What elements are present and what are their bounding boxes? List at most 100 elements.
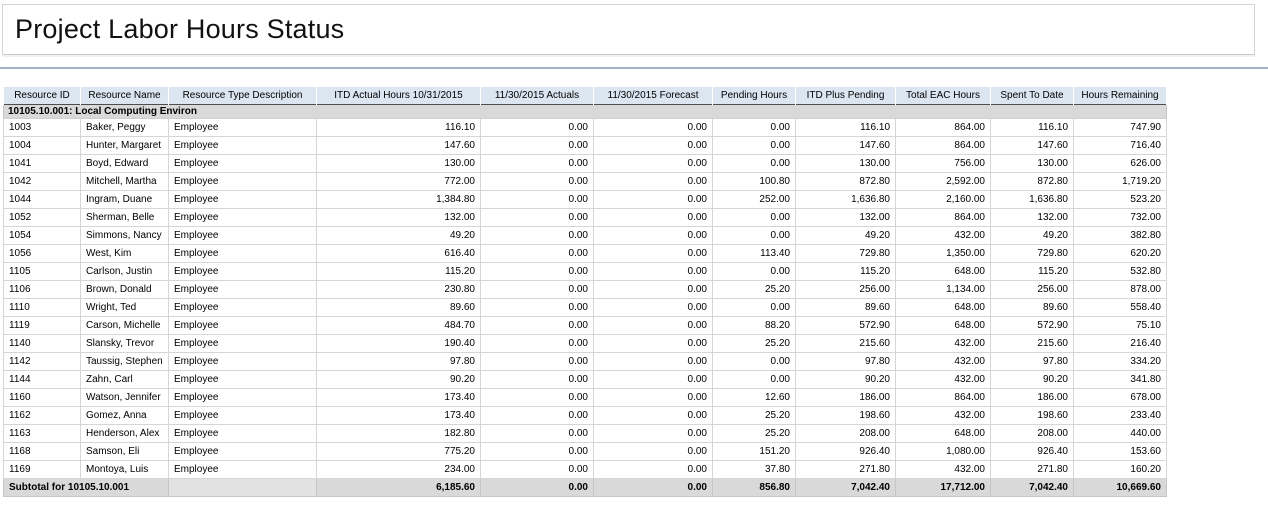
cell-hours-remaining: 341.80 — [1074, 371, 1167, 389]
subtotal-total-eac-hours: 17,712.00 — [896, 479, 991, 497]
cell-itd-actual-hours-10-31-2015: 116.10 — [317, 119, 481, 137]
cell-resource-name: Henderson, Alex — [81, 425, 169, 443]
subtotal-label: Subtotal for 10105.10.001 — [4, 479, 169, 497]
cell-11-30-2015-forecast: 0.00 — [594, 461, 713, 479]
table-row: 1142Taussig, StephenEmployee97.800.000.0… — [4, 353, 1167, 371]
cell-11-30-2015-actuals: 0.00 — [481, 299, 594, 317]
cell-pending-hours: 0.00 — [713, 371, 796, 389]
cell-resource-type-description: Employee — [169, 191, 317, 209]
cell-pending-hours: 0.00 — [713, 209, 796, 227]
cell-resource-type-description: Employee — [169, 173, 317, 191]
cell-hours-remaining: 620.20 — [1074, 245, 1167, 263]
cell-resource-id: 1052 — [4, 209, 81, 227]
cell-itd-actual-hours-10-31-2015: 1,384.80 — [317, 191, 481, 209]
cell-hours-remaining: 732.00 — [1074, 209, 1167, 227]
cell-itd-actual-hours-10-31-2015: 616.40 — [317, 245, 481, 263]
cell-pending-hours: 25.20 — [713, 425, 796, 443]
cell-hours-remaining: 216.40 — [1074, 335, 1167, 353]
cell-11-30-2015-actuals: 0.00 — [481, 317, 594, 335]
column-header: ITD Plus Pending — [796, 87, 896, 105]
cell-itd-plus-pending: 186.00 — [796, 389, 896, 407]
cell-pending-hours: 37.80 — [713, 461, 796, 479]
subtotal-11-30-2015-actuals: 0.00 — [481, 479, 594, 497]
cell-11-30-2015-actuals: 0.00 — [481, 461, 594, 479]
table-row: 1003Baker, PeggyEmployee116.100.000.000.… — [4, 119, 1167, 137]
cell-total-eac-hours: 648.00 — [896, 263, 991, 281]
cell-resource-name: Boyd, Edward — [81, 155, 169, 173]
cell-total-eac-hours: 864.00 — [896, 137, 991, 155]
cell-11-30-2015-actuals: 0.00 — [481, 443, 594, 461]
cell-11-30-2015-forecast: 0.00 — [594, 389, 713, 407]
cell-itd-plus-pending: 208.00 — [796, 425, 896, 443]
cell-resource-id: 1041 — [4, 155, 81, 173]
cell-11-30-2015-actuals: 0.00 — [481, 227, 594, 245]
cell-itd-plus-pending: 256.00 — [796, 281, 896, 299]
cell-total-eac-hours: 432.00 — [896, 371, 991, 389]
cell-itd-actual-hours-10-31-2015: 173.40 — [317, 407, 481, 425]
cell-resource-type-description: Employee — [169, 443, 317, 461]
cell-resource-name: Samson, Eli — [81, 443, 169, 461]
cell-itd-plus-pending: 97.80 — [796, 353, 896, 371]
cell-resource-id: 1162 — [4, 407, 81, 425]
cell-resource-name: Wright, Ted — [81, 299, 169, 317]
table-row: 1042Mitchell, MarthaEmployee772.000.000.… — [4, 173, 1167, 191]
cell-resource-type-description: Employee — [169, 389, 317, 407]
cell-itd-plus-pending: 132.00 — [796, 209, 896, 227]
cell-spent-to-date: 215.60 — [991, 335, 1074, 353]
cell-11-30-2015-forecast: 0.00 — [594, 137, 713, 155]
cell-11-30-2015-actuals: 0.00 — [481, 281, 594, 299]
cell-spent-to-date: 1,636.80 — [991, 191, 1074, 209]
cell-resource-type-description: Employee — [169, 155, 317, 173]
cell-resource-id: 1160 — [4, 389, 81, 407]
cell-itd-actual-hours-10-31-2015: 775.20 — [317, 443, 481, 461]
cell-resource-name: Hunter, Margaret — [81, 137, 169, 155]
cell-resource-id: 1144 — [4, 371, 81, 389]
cell-hours-remaining: 523.20 — [1074, 191, 1167, 209]
cell-resource-name: West, Kim — [81, 245, 169, 263]
cell-resource-name: Simmons, Nancy — [81, 227, 169, 245]
cell-hours-remaining: 334.20 — [1074, 353, 1167, 371]
cell-resource-type-description: Employee — [169, 263, 317, 281]
cell-pending-hours: 25.20 — [713, 335, 796, 353]
cell-11-30-2015-forecast: 0.00 — [594, 209, 713, 227]
cell-pending-hours: 12.60 — [713, 389, 796, 407]
cell-11-30-2015-forecast: 0.00 — [594, 443, 713, 461]
cell-11-30-2015-actuals: 0.00 — [481, 119, 594, 137]
cell-itd-actual-hours-10-31-2015: 190.40 — [317, 335, 481, 353]
report-title-bar: Project Labor Hours Status — [2, 4, 1255, 55]
cell-resource-type-description: Employee — [169, 119, 317, 137]
cell-itd-plus-pending: 90.20 — [796, 371, 896, 389]
cell-resource-id: 1105 — [4, 263, 81, 281]
table-row: 1106Brown, DonaldEmployee230.800.000.002… — [4, 281, 1167, 299]
cell-total-eac-hours: 2,592.00 — [896, 173, 991, 191]
cell-spent-to-date: 132.00 — [991, 209, 1074, 227]
cell-hours-remaining: 878.00 — [1074, 281, 1167, 299]
cell-spent-to-date: 147.60 — [991, 137, 1074, 155]
cell-itd-plus-pending: 198.60 — [796, 407, 896, 425]
cell-resource-type-description: Employee — [169, 335, 317, 353]
cell-11-30-2015-forecast: 0.00 — [594, 191, 713, 209]
cell-11-30-2015-actuals: 0.00 — [481, 137, 594, 155]
cell-11-30-2015-actuals: 0.00 — [481, 245, 594, 263]
table-row: 1160Watson, JenniferEmployee173.400.000.… — [4, 389, 1167, 407]
cell-11-30-2015-actuals: 0.00 — [481, 155, 594, 173]
cell-resource-id: 1054 — [4, 227, 81, 245]
cell-11-30-2015-forecast: 0.00 — [594, 173, 713, 191]
cell-total-eac-hours: 864.00 — [896, 209, 991, 227]
table-header-row: Resource IDResource NameResource Type De… — [4, 87, 1167, 105]
cell-spent-to-date: 926.40 — [991, 443, 1074, 461]
cell-spent-to-date: 49.20 — [991, 227, 1074, 245]
cell-pending-hours: 0.00 — [713, 299, 796, 317]
cell-spent-to-date: 116.10 — [991, 119, 1074, 137]
page-title: Project Labor Hours Status — [15, 14, 344, 45]
cell-resource-id: 1110 — [4, 299, 81, 317]
cell-itd-plus-pending: 49.20 — [796, 227, 896, 245]
table-row: 1119Carson, MichelleEmployee484.700.000.… — [4, 317, 1167, 335]
column-header: Pending Hours — [713, 87, 796, 105]
cell-pending-hours: 0.00 — [713, 353, 796, 371]
cell-pending-hours: 0.00 — [713, 227, 796, 245]
cell-itd-plus-pending: 89.60 — [796, 299, 896, 317]
cell-hours-remaining: 75.10 — [1074, 317, 1167, 335]
cell-spent-to-date: 872.80 — [991, 173, 1074, 191]
cell-itd-actual-hours-10-31-2015: 97.80 — [317, 353, 481, 371]
